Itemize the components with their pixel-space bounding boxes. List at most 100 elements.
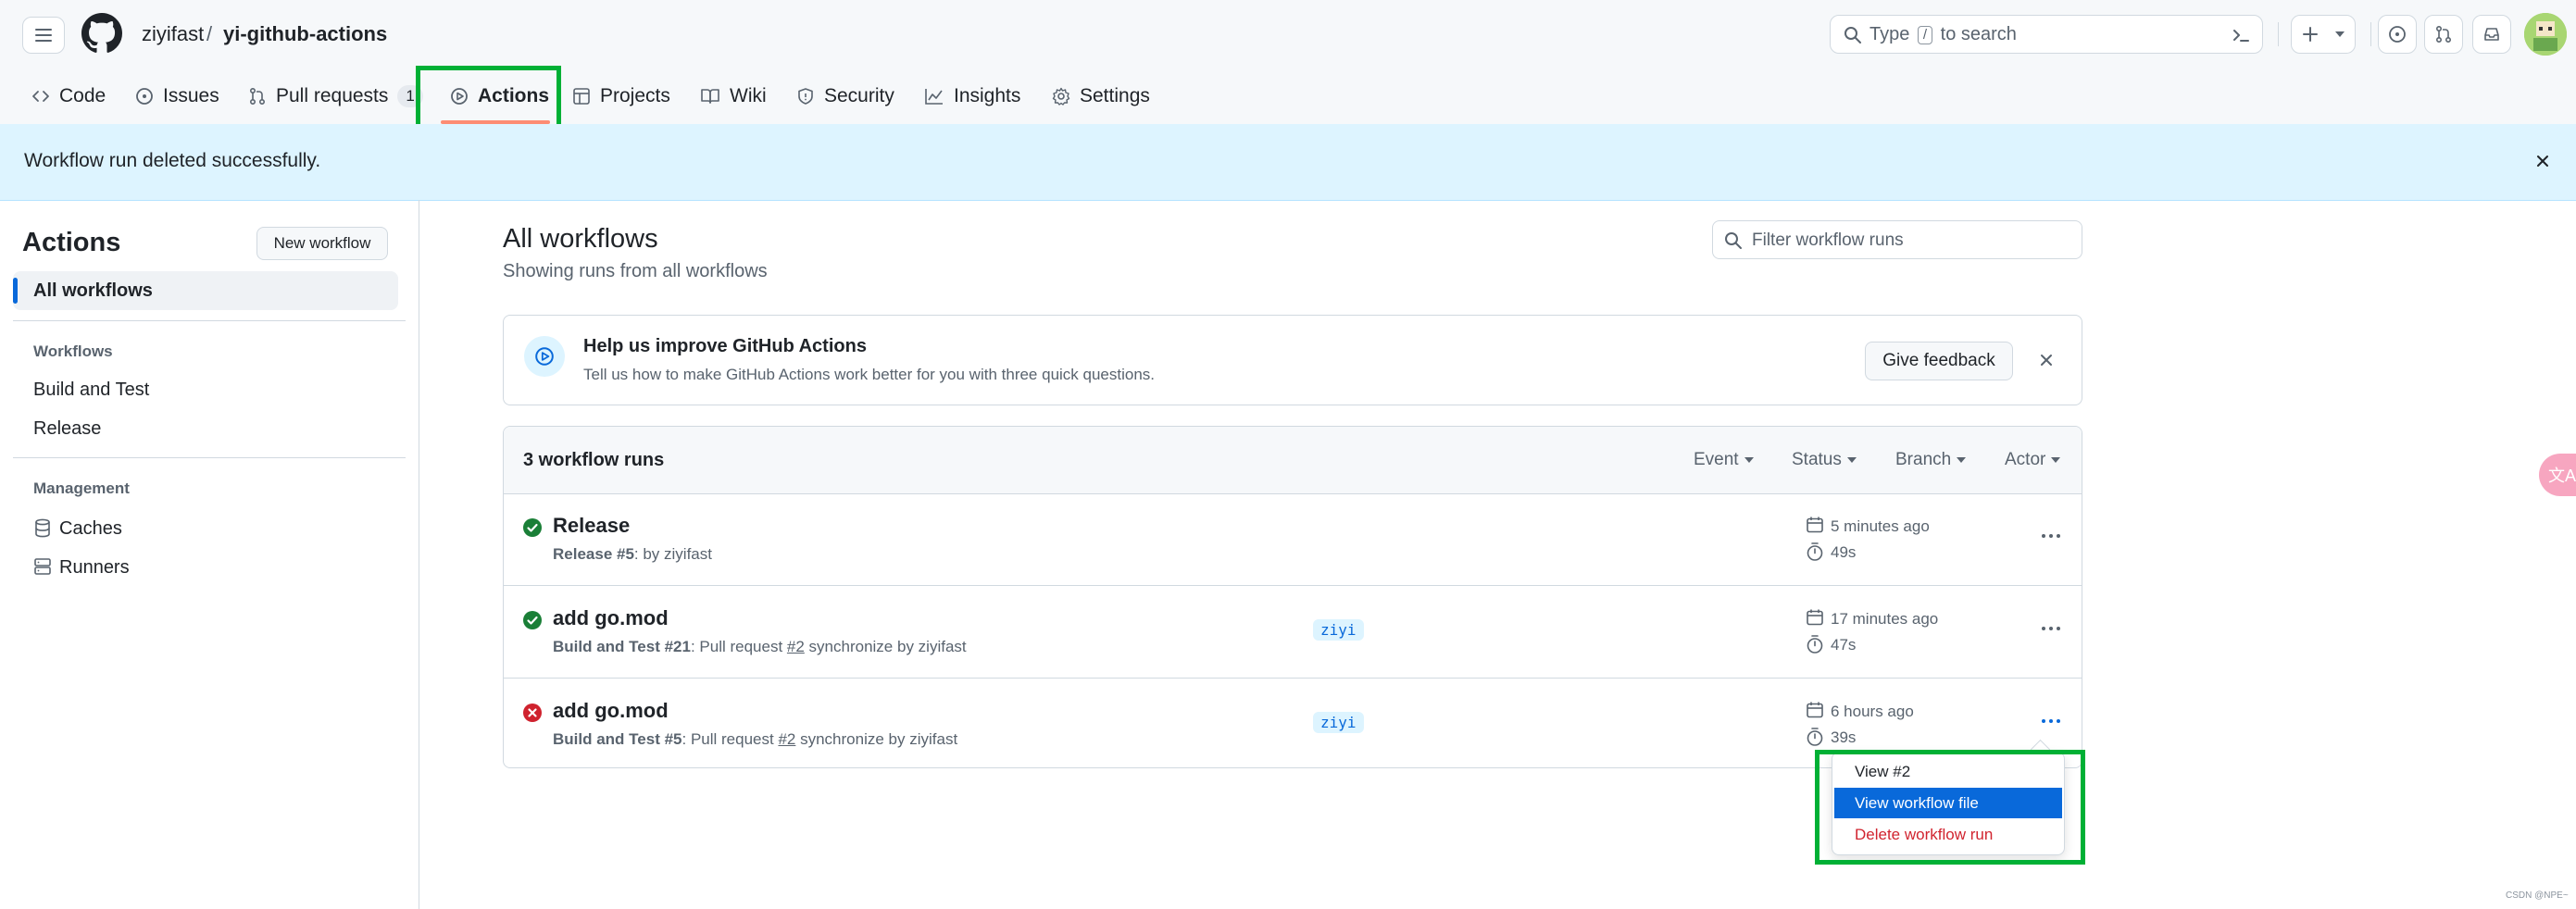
run-actions-kebab-button[interactable] [2037,527,2065,545]
branch-label[interactable]: ziyi [1313,712,1364,733]
flash-message: Workflow run deleted successfully. [24,150,321,171]
sidebar-divider [13,320,406,321]
workflow-runs-list: 3 workflow runs Event Status Branch Acto… [503,426,2082,768]
workflow-run-row[interactable]: add go.mod Build and Test #21: Pull requ… [504,586,2082,679]
search-placeholder: Type / to search [1869,24,2017,44]
stopwatch-icon [1807,635,1823,654]
tab-settings[interactable]: Settings [1052,80,1150,113]
calendar-icon [1807,702,1823,718]
database-icon [35,518,50,538]
tab-code[interactable]: Code [31,80,106,113]
global-search-input[interactable]: Type / to search [1830,15,2263,54]
tab-pull-requests[interactable]: Pull requests 1 [248,80,423,113]
sidebar-heading-management: Management [33,479,130,497]
close-icon[interactable] [2533,152,2552,170]
command-palette-icon[interactable] [2231,25,2251,45]
sidebar-heading-workflows: Workflows [33,342,113,360]
feedback-title: Help us improve GitHub Actions [583,336,867,356]
server-icon [34,558,51,575]
tab-security[interactable]: Security [796,80,894,113]
pull-request-link[interactable]: #2 [778,730,795,748]
stopwatch-icon [1807,542,1823,561]
new-workflow-button[interactable]: New workflow [256,227,388,260]
inbox-icon [2484,28,2499,41]
issue-opened-icon [2389,26,2406,43]
tab-label: Wiki [730,85,767,106]
user-avatar[interactable] [2524,13,2567,56]
hamburger-menu-button[interactable] [22,17,65,54]
pull-requests-shortcut-button[interactable] [2424,15,2463,54]
filter-placeholder: Filter workflow runs [1752,230,1904,250]
run-actions-kebab-button[interactable] [2037,619,2065,638]
tab-label: Issues [163,85,219,106]
sidebar-item-release[interactable]: Release [33,418,101,440]
close-icon[interactable] [2037,351,2056,369]
page-title: All workflows [503,224,658,254]
sidebar-item-runners[interactable]: Runners [59,557,130,579]
feedback-subtitle: Tell us how to make GitHub Actions work … [583,366,1156,383]
stopwatch-icon [1807,728,1823,746]
run-actions-kebab-button[interactable] [2037,712,2065,730]
translate-extension-tab[interactable]: 文A [2539,454,2576,496]
breadcrumb-separator: / [206,22,213,45]
play-circle-icon [535,347,554,366]
tab-label: Security [824,85,894,106]
run-duration: 49s [1831,543,1857,561]
runs-count: 3 workflow runs [523,450,665,470]
tab-insights[interactable]: Insights [924,80,1020,113]
run-title-link[interactable]: add go.mod [553,699,669,723]
sidebar-item-build-and-test[interactable]: Build and Test [33,380,149,401]
feedback-icon-circle [524,336,565,377]
calendar-icon [1807,517,1823,533]
calendar-icon [1807,609,1823,626]
tab-label: Projects [600,85,670,106]
breadcrumb-repo-link[interactable]: yi-github-actions [223,22,387,46]
x-circle-fill-icon [523,704,542,722]
table-icon [573,88,590,105]
actor-filter-dropdown[interactable]: Actor [2005,450,2061,470]
branch-label[interactable]: ziyi [1313,619,1364,641]
code-icon [32,91,49,102]
filter-workflow-runs-input[interactable]: Filter workflow runs [1712,220,2082,259]
tab-wiki[interactable]: Wiki [700,80,767,113]
pull-request-link[interactable]: #2 [787,638,805,655]
chevron-down-icon [1744,457,1754,463]
graph-icon [925,89,943,105]
chevron-down-icon [1957,457,1967,463]
check-circle-fill-icon [523,611,542,629]
tab-projects[interactable]: Projects [572,80,670,113]
tab-label: Pull requests [276,85,389,106]
git-pull-request-icon [249,87,266,106]
plus-icon [2303,27,2318,42]
hamburger-icon [35,29,52,42]
give-feedback-button[interactable]: Give feedback [1865,342,2013,380]
header-divider [2278,22,2279,46]
create-new-button[interactable] [2291,15,2356,54]
run-meta: Build and Test #5: Pull request #2 synch… [553,730,958,748]
tab-issues[interactable]: Issues [135,80,219,113]
chevron-down-icon [2051,457,2061,463]
page-subtitle: Showing runs from all workflows [503,261,768,281]
inbox-button[interactable] [2472,15,2511,54]
feedback-banner: Help us improve GitHub Actions Tell us h… [503,315,2082,405]
status-filter-dropdown[interactable]: Status [1792,450,1857,470]
issue-opened-icon [136,88,153,105]
run-title-link[interactable]: Release [553,514,630,538]
run-time: 6 hours ago [1831,703,1914,720]
menu-highlight-box [1815,750,2085,865]
run-meta: Build and Test #21: Pull request #2 sync… [553,638,967,655]
search-icon [1844,27,1861,44]
run-title-link[interactable]: add go.mod [553,606,669,630]
run-duration: 47s [1831,636,1857,654]
active-indicator [13,278,18,304]
workflow-run-row[interactable]: Release Release #5: by ziyifast 5 minute… [504,493,2082,586]
branch-filter-dropdown[interactable]: Branch [1895,450,1967,470]
issues-shortcut-button[interactable] [2378,15,2417,54]
github-logo-icon[interactable] [81,13,122,54]
breadcrumb-owner-link[interactable]: ziyifast [142,22,204,46]
sidebar-item-caches[interactable]: Caches [59,518,122,540]
tab-label: Code [59,85,106,106]
flash-banner: Workflow run deleted successfully. [0,124,2576,201]
event-filter-dropdown[interactable]: Event [1694,450,1754,470]
chevron-down-icon [1846,457,1857,463]
